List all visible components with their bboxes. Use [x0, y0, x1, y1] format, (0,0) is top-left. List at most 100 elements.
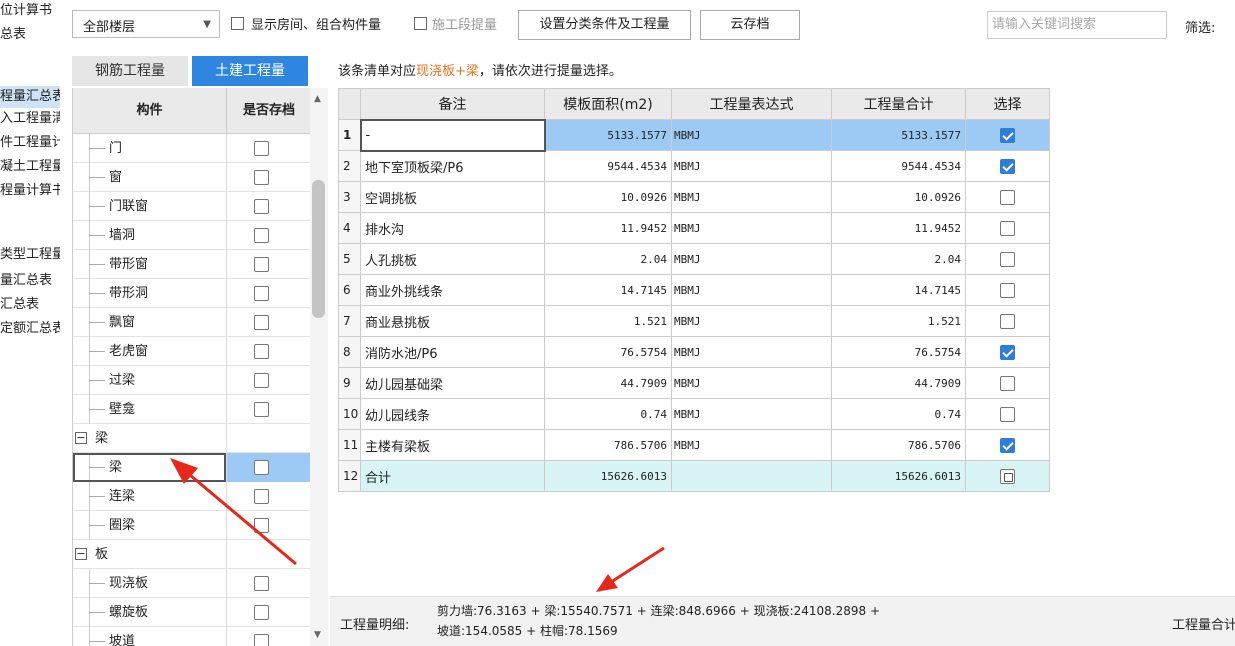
select-cell[interactable] — [965, 243, 1050, 275]
remark-cell[interactable]: 空调挑板 — [360, 181, 545, 213]
table-row[interactable]: 3 空调挑板 10.0926 MBMJ 10.0926 — [338, 181, 1050, 213]
remark-cell[interactable]: 商业外挑线条 — [360, 274, 545, 306]
area-cell[interactable]: 786.5706 — [544, 429, 672, 461]
select-cell[interactable] — [965, 336, 1050, 368]
remark-cell[interactable]: 幼儿园基础梁 — [360, 367, 545, 399]
table-row[interactable]: 8 消防水池/P6 76.5754 MBMJ 76.5754 — [338, 336, 1050, 368]
remark-cell[interactable]: 地下室顶板梁/P6 — [360, 150, 545, 182]
select-checkbox[interactable] — [1000, 189, 1015, 205]
area-cell[interactable]: 0.74 — [544, 398, 672, 430]
expression-cell[interactable]: MBMJ — [671, 305, 832, 337]
total-cell[interactable]: 10.0926 — [831, 181, 966, 213]
select-cell[interactable] — [965, 119, 1050, 151]
remark-cell[interactable]: 商业悬挑板 — [360, 305, 545, 337]
nav-item[interactable]: 程量计算书 — [0, 180, 60, 202]
nav-item[interactable]: 量汇总表 — [0, 270, 60, 292]
select-checkbox[interactable] — [1000, 375, 1015, 391]
set-condition-button[interactable]: 设置分类条件及工程量 — [518, 10, 691, 40]
tree-row[interactable]: 壁龛 — [73, 395, 310, 424]
saved-checkbox[interactable] — [254, 518, 269, 533]
tab-rebar[interactable]: 钢筋工程量 — [72, 56, 188, 86]
nav-item[interactable]: 汇总表 — [0, 294, 60, 316]
select-cell[interactable] — [965, 150, 1050, 182]
select-checkbox[interactable] — [1000, 468, 1015, 484]
saved-checkbox[interactable] — [254, 199, 269, 214]
tree-row[interactable]: 带形洞 — [73, 279, 310, 308]
select-cell[interactable] — [965, 212, 1050, 244]
total-cell[interactable]: 44.7909 — [831, 367, 966, 399]
expression-cell[interactable] — [671, 460, 832, 492]
nav-item[interactable]: 程量汇总表 — [0, 86, 60, 108]
select-checkbox[interactable] — [1000, 406, 1015, 422]
tree-row[interactable]: 门 — [73, 134, 310, 163]
total-cell[interactable]: 5133.1577 — [831, 119, 966, 151]
collapse-icon[interactable]: − — [75, 432, 87, 444]
saved-checkbox[interactable] — [254, 576, 269, 591]
area-cell[interactable]: 76.5754 — [544, 336, 672, 368]
select-cell[interactable] — [965, 305, 1050, 337]
table-row[interactable]: 10 幼儿园线条 0.74 MBMJ 0.74 — [338, 398, 1050, 430]
area-cell[interactable]: 15626.6013 — [544, 460, 672, 492]
tree-row[interactable]: 门联窗 — [73, 192, 310, 221]
expression-cell[interactable]: MBMJ — [671, 243, 832, 275]
table-row[interactable]: 7 商业悬挑板 1.521 MBMJ 1.521 — [338, 305, 1050, 337]
tree-row[interactable]: 坡道 — [73, 627, 310, 646]
tree-row[interactable]: 连梁 — [73, 482, 310, 511]
saved-checkbox[interactable] — [254, 286, 269, 301]
select-cell[interactable] — [965, 429, 1050, 461]
select-cell[interactable] — [965, 181, 1050, 213]
saved-checkbox[interactable] — [254, 315, 269, 330]
show-rooms-checkbox[interactable] — [231, 17, 244, 30]
saved-checkbox[interactable] — [254, 344, 269, 359]
total-cell[interactable]: 15626.6013 — [831, 460, 966, 492]
expression-cell[interactable]: MBMJ — [671, 212, 832, 244]
saved-checkbox[interactable] — [254, 257, 269, 272]
floor-select[interactable]: 全部楼层 ▼ — [72, 10, 220, 38]
area-cell[interactable]: 1.521 — [544, 305, 672, 337]
nav-item[interactable]: 入工程量清 — [0, 108, 60, 130]
select-checkbox[interactable] — [1000, 251, 1015, 267]
expression-cell[interactable]: MBMJ — [671, 336, 832, 368]
tree-row[interactable]: 飘窗 — [73, 308, 310, 337]
scroll-down-icon[interactable]: ▼ — [314, 630, 321, 640]
table-row[interactable]: 6 商业外挑线条 14.7145 MBMJ 14.7145 — [338, 274, 1050, 306]
remark-cell[interactable]: 人孔挑板 — [360, 243, 545, 275]
expression-cell[interactable]: MBMJ — [671, 274, 832, 306]
total-cell[interactable]: 786.5706 — [831, 429, 966, 461]
table-row[interactable]: 9 幼儿园基础梁 44.7909 MBMJ 44.7909 — [338, 367, 1050, 399]
table-row[interactable]: 4 排水沟 11.9452 MBMJ 11.9452 — [338, 212, 1050, 244]
saved-checkbox[interactable] — [254, 373, 269, 388]
total-cell[interactable]: 11.9452 — [831, 212, 966, 244]
expression-cell[interactable]: MBMJ — [671, 119, 832, 151]
nav-item[interactable]: 总表 — [0, 24, 60, 46]
table-row[interactable]: 11 主楼有梁板 786.5706 MBMJ 786.5706 — [338, 429, 1050, 461]
tree-row[interactable]: 圈梁 — [73, 511, 310, 540]
nav-item[interactable]: 类型工程量 — [0, 244, 60, 266]
area-cell[interactable]: 10.0926 — [544, 181, 672, 213]
select-cell[interactable] — [965, 274, 1050, 306]
tree-row[interactable]: − 板 — [73, 540, 310, 569]
saved-checkbox[interactable] — [254, 170, 269, 185]
select-cell[interactable] — [965, 460, 1050, 492]
scrollbar-thumb[interactable] — [312, 180, 325, 318]
tree-row[interactable]: 墙洞 — [73, 221, 310, 250]
tree-row[interactable]: 梁 — [73, 453, 310, 482]
saved-checkbox[interactable] — [254, 141, 269, 156]
area-cell[interactable]: 44.7909 — [544, 367, 672, 399]
saved-checkbox[interactable] — [254, 402, 269, 417]
saved-checkbox[interactable] — [254, 489, 269, 504]
tree-scrollbar[interactable]: ▲ ▼ — [310, 88, 328, 646]
nav-item[interactable]: 定额汇总表 — [0, 318, 60, 340]
remark-cell[interactable]: 排水沟 — [360, 212, 545, 244]
tree-row[interactable]: 过梁 — [73, 366, 310, 395]
saved-checkbox[interactable] — [254, 460, 269, 475]
select-cell[interactable] — [965, 367, 1050, 399]
tree-row[interactable]: 螺旋板 — [73, 598, 310, 627]
area-cell[interactable]: 14.7145 — [544, 274, 672, 306]
tree-row[interactable]: 带形窗 — [73, 250, 310, 279]
select-cell[interactable] — [965, 398, 1050, 430]
expression-cell[interactable]: MBMJ — [671, 150, 832, 182]
remark-cell[interactable]: - — [359, 118, 546, 152]
expression-cell[interactable]: MBMJ — [671, 429, 832, 461]
stage-checkbox[interactable] — [414, 17, 427, 30]
